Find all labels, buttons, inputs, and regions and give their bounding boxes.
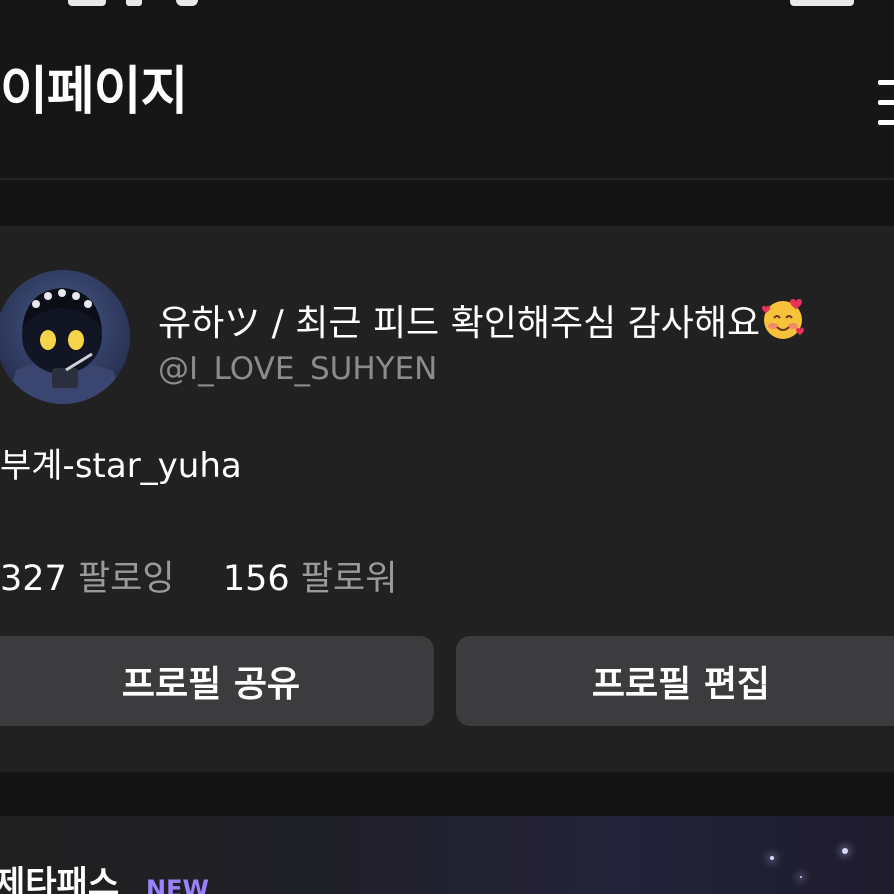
new-badge: NEW <box>146 875 209 894</box>
smiling-face-with-hearts-icon <box>760 296 806 354</box>
followers-label: 팔로워 <box>300 559 398 599</box>
share-profile-button[interactable]: 프로필 공유 <box>0 636 434 726</box>
status-app-icon <box>126 0 142 6</box>
avatar-character-icon <box>0 270 130 404</box>
page-title: 이페이지 <box>0 62 188 122</box>
profile-display-name: 유하ツ / 최근 피드 확인해주심 감사해요 <box>158 296 806 354</box>
section-divider <box>0 772 894 816</box>
profile-handle: @I_LOVE_SUHYEN <box>158 351 438 387</box>
hamburger-menu-icon[interactable] <box>878 80 894 126</box>
follow-stats: 327 팔로잉 156 팔로워 <box>0 558 397 600</box>
followers-count: 156 <box>222 559 290 599</box>
followers-link[interactable]: 156 팔로워 <box>223 559 398 599</box>
following-count: 327 <box>0 559 67 599</box>
pass-title: 제타패스 <box>0 864 120 894</box>
status-signal-icon <box>790 0 854 6</box>
display-name-text: 유하ツ / 최근 피드 확인해주심 감사해요 <box>158 303 761 344</box>
edit-profile-button[interactable]: 프로필 편집 <box>456 636 894 726</box>
following-label: 팔로잉 <box>77 559 175 599</box>
profile-bio: 부계-star_yuha <box>0 446 242 486</box>
avatar[interactable] <box>0 270 130 404</box>
following-link[interactable]: 327 팔로잉 <box>0 559 186 599</box>
status-bar <box>0 0 894 10</box>
status-time <box>68 0 106 6</box>
pass-banner[interactable] <box>0 816 894 894</box>
header-divider <box>0 178 894 180</box>
status-location-icon <box>176 0 198 6</box>
